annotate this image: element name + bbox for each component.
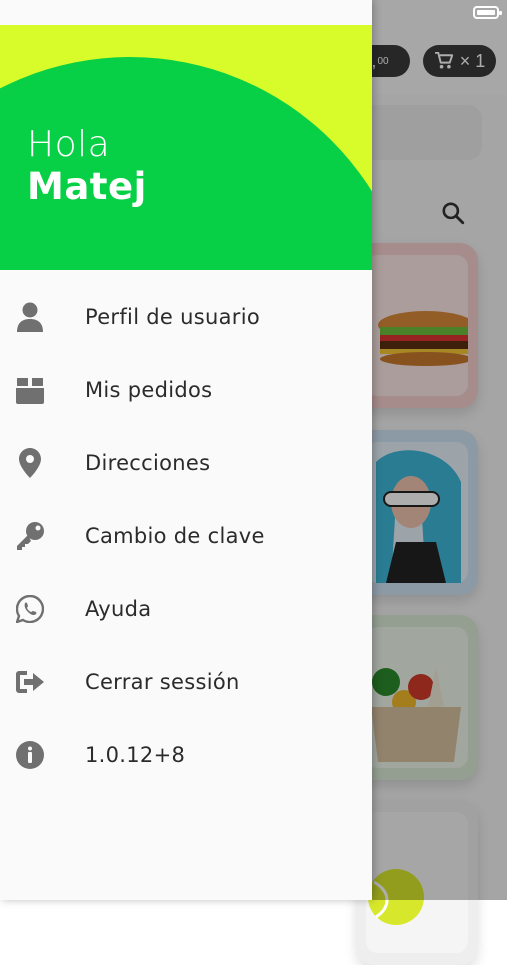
menu-item-label: Ayuda <box>85 596 152 621</box>
logout-icon <box>14 666 46 698</box>
menu-item-label: Cerrar sessión <box>85 669 240 694</box>
menu-item-label: Direcciones <box>85 450 211 475</box>
menu-item-my-orders[interactable]: Mis pedidos <box>0 353 372 426</box>
greeting: Hola Matej <box>27 125 147 209</box>
menu-item-addresses[interactable]: Direcciones <box>0 426 372 499</box>
user-name: Matej <box>27 165 147 208</box>
user-icon <box>14 301 46 333</box>
menu-item-label: Mis pedidos <box>85 377 213 402</box>
whatsapp-icon <box>14 593 46 625</box>
menu-item-change-password[interactable]: Cambio de clave <box>0 499 372 572</box>
drawer-header: Hola Matej <box>0 25 372 270</box>
box-icon <box>14 374 46 406</box>
greeting-text: Hola <box>27 124 111 165</box>
menu-item-user-profile[interactable]: Perfil de usuario <box>0 280 372 353</box>
menu-item-version: 1.0.12+8 <box>0 718 372 791</box>
drawer-menu: Perfil de usuario Mis pedidos Direccione… <box>0 280 372 791</box>
key-icon <box>14 520 46 552</box>
navigation-drawer: Hola Matej Perfil de usuario Mis pedidos… <box>0 0 372 900</box>
menu-item-logout[interactable]: Cerrar sessión <box>0 645 372 718</box>
info-icon <box>14 739 46 771</box>
location-pin-icon <box>14 447 46 479</box>
app-version: 1.0.12+8 <box>85 742 186 767</box>
menu-item-label: Cambio de clave <box>85 523 265 548</box>
battery-icon <box>473 6 502 19</box>
menu-item-help[interactable]: Ayuda <box>0 572 372 645</box>
status-bar <box>0 0 372 25</box>
menu-item-label: Perfil de usuario <box>85 304 260 329</box>
